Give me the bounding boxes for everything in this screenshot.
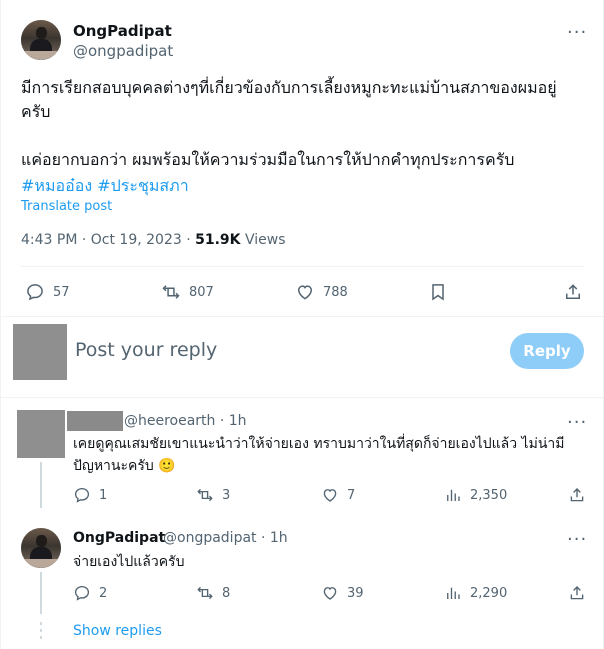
like-count: 788 [323,284,348,300]
views-count: 2,350 [470,487,508,503]
share-icon [570,586,584,600]
views-count: 51.9K [195,232,241,248]
translate-post-link[interactable]: Translate post [21,199,112,214]
author-avatar[interactable] [21,20,61,60]
repost-action[interactable]: 807 [161,282,214,302]
repost-icon [197,586,213,600]
show-replies-link[interactable]: Show replies [73,623,162,639]
divider [21,266,585,267]
repost-count: 3 [222,487,231,503]
hashtag-links: #หมออ๋อง #ประชุมสภา [21,174,189,199]
thread-ellipsis [40,636,42,639]
like-icon [323,587,337,600]
share-icon [570,488,584,502]
tweet-text-line-2: ครับ [21,102,51,121]
reply-handle-time[interactable]: @heeroearth · 1h [124,413,247,429]
reply-icon [27,284,43,301]
repost-count: 8 [222,585,231,601]
reply-action[interactable]: 57 [25,282,70,302]
share-action[interactable] [563,282,583,302]
like-count: 39 [347,585,364,601]
bookmark-icon [432,284,444,301]
like-action[interactable]: 39 [321,584,364,602]
thread-connector [40,572,42,614]
share-icon [566,284,580,299]
repost-icon [197,488,213,502]
share-action[interactable] [568,486,586,504]
like-action[interactable]: 7 [321,486,355,504]
reply-button[interactable]: Reply [510,333,584,369]
thread-connector [40,462,42,508]
share-action[interactable] [568,584,586,602]
reply-action[interactable]: 2 [73,584,107,602]
tweet-text-line-3: แค่อยากบอกว่า ผมพร้อมให้ความร่วมมือในการ… [21,150,515,169]
like-icon [297,285,313,300]
post-detail-view: OngPadipat @ongpadipat ··· มีการเรียกสอบ… [0,0,604,649]
post-time[interactable]: 4:43 PM · Oct 19, 2023 · [21,232,195,248]
like-count: 7 [347,487,356,503]
more-options-icon[interactable]: ··· [567,24,587,42]
more-options-icon[interactable]: ··· [567,414,587,432]
repost-icon [162,285,180,299]
more-options-icon[interactable]: ··· [567,531,587,549]
reply-icon [74,585,90,601]
my-avatar [13,324,67,380]
author-name[interactable]: OngPadipat [73,22,172,40]
views-icon [447,489,460,501]
reply-input[interactable]: Post your reply [75,339,217,361]
repost-action[interactable]: 8 [196,584,230,602]
hashtag-link[interactable]: #หมออ๋อง [21,176,92,195]
reply-author-avatar[interactable] [17,410,65,458]
tweet-text-line-1: มีการเรียกสอบบุคคลต่างๆที่เกี่ยวข้องกับก… [21,78,557,97]
views-action[interactable]: 2,350 [444,486,507,504]
thread-ellipsis [40,622,42,625]
repost-action[interactable]: 3 [196,486,230,504]
views-icon [447,587,460,599]
redacted-display-name [67,411,123,431]
reply-count: 1 [99,487,108,503]
reply-text: จ่ายเองไปแล้วครับ [73,554,185,570]
thread-ellipsis [40,629,42,632]
views-action[interactable]: 2,290 [444,584,507,602]
views-count: 2,290 [470,585,508,601]
reply-count: 2 [99,585,108,601]
reply-author-name[interactable]: OngPadipat [73,530,165,546]
reply-handle-time[interactable]: @ongpadipat · 1h [163,530,288,546]
repost-count: 807 [189,284,214,300]
reply-icon [74,487,90,503]
views-label: Views [240,232,286,248]
divider [1,397,604,398]
reply-author-avatar[interactable] [21,528,61,568]
author-handle[interactable]: @ongpadipat [73,42,173,60]
post-timestamp: 4:43 PM · Oct 19, 2023 · 51.9K Views [21,232,285,248]
reply-text-line-2: ปัญหานะครับ 🙂 [73,458,176,474]
like-action[interactable]: 788 [295,282,348,302]
divider [1,316,604,317]
reply-action[interactable]: 1 [73,486,107,504]
reply-count: 57 [53,284,70,300]
bookmark-action[interactable] [428,282,448,302]
hashtag-link[interactable]: #ประชุมสภา [97,176,188,195]
like-icon [323,489,337,502]
reply-text-line-1: เคยดูคุณเสมชัยเขาแนะนำว่าให้จ่ายเอง ทราบ… [73,436,565,452]
